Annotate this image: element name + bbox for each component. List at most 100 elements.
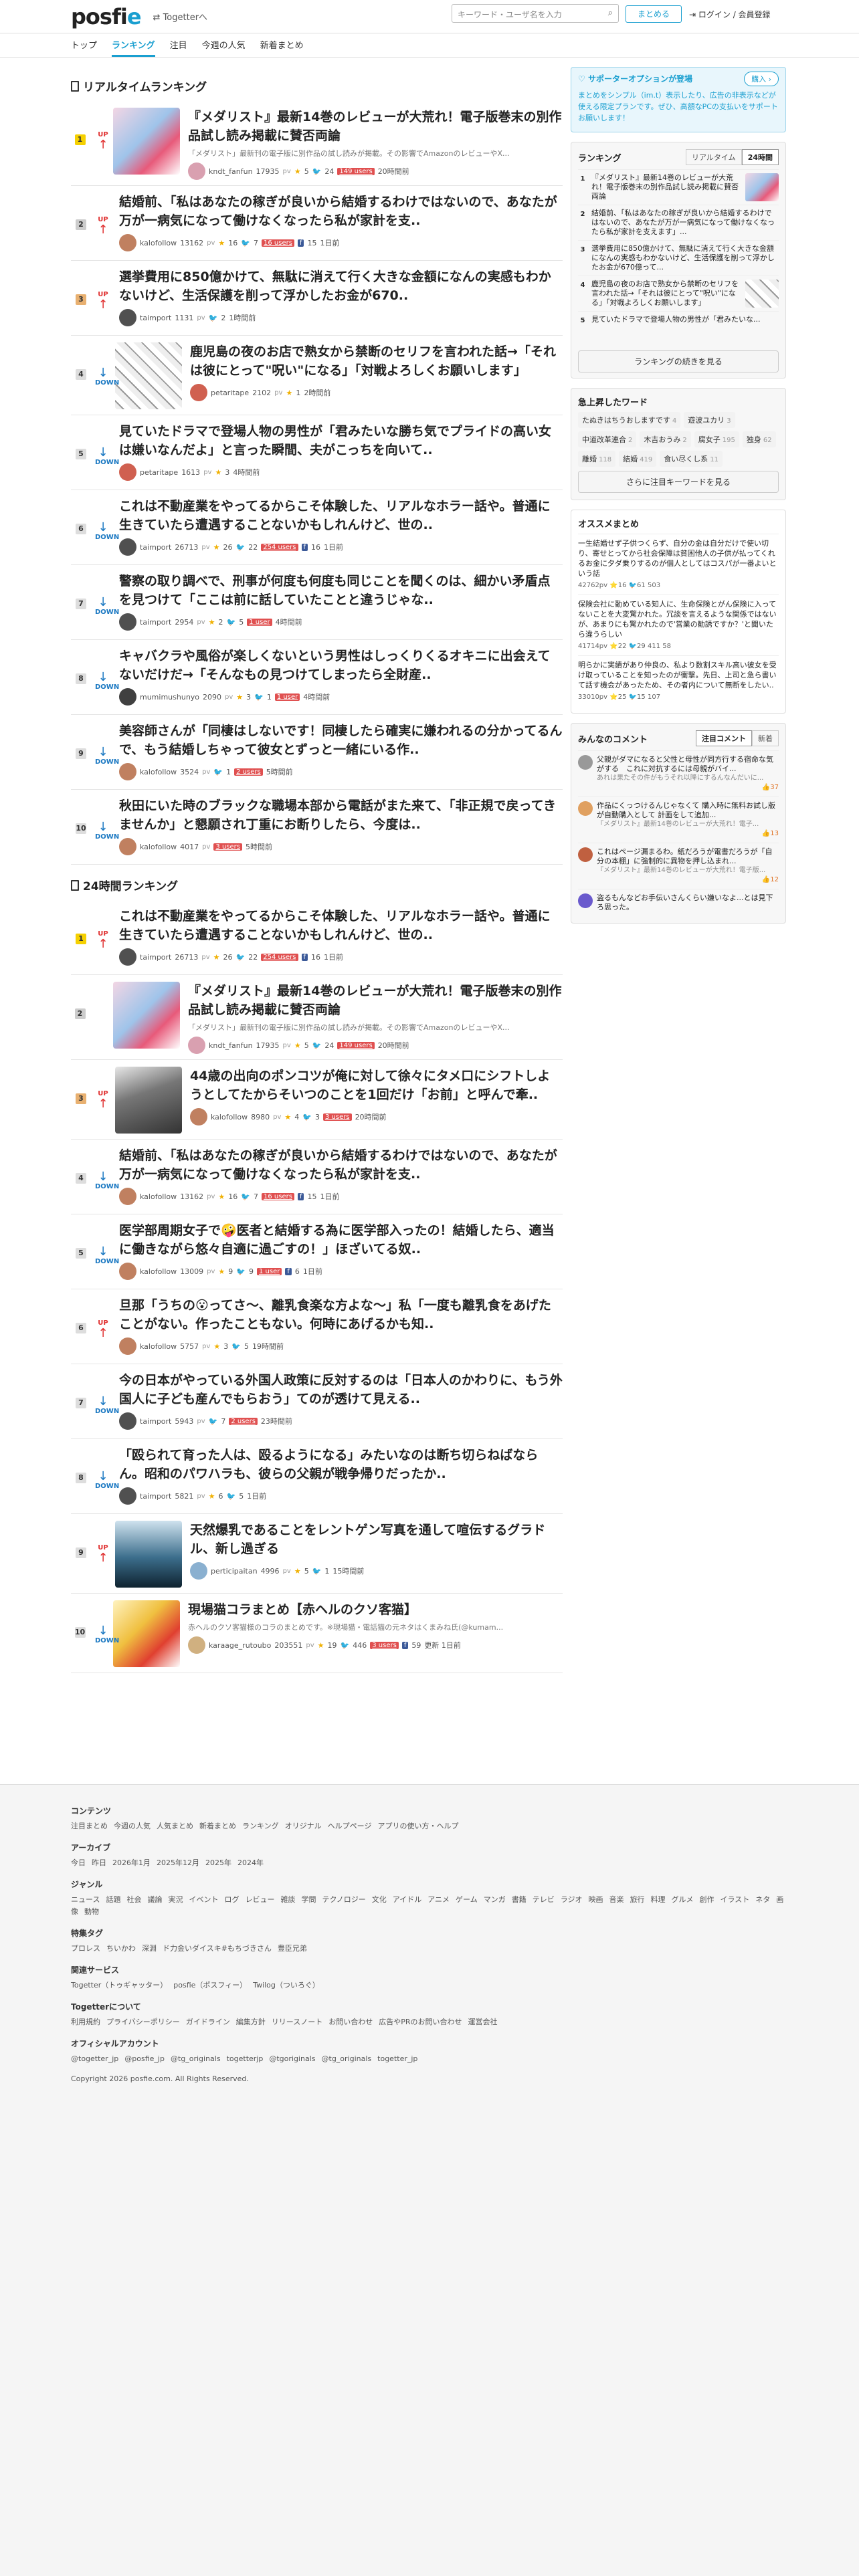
footer-link[interactable]: 豊臣兄弟	[278, 1944, 307, 1953]
footer-link[interactable]: アニメ	[427, 1895, 450, 1904]
ranking-item[interactable]: 8 ↓ DOWN キャバクラや風俗が楽しくないという男性はしっくりくるオキニに出会えて…	[71, 640, 563, 715]
ranking-item[interactable]: 9 UP ↑ 天然爆乳であることをレントゲン写真を通して喧伝するグラドル、新し過ぎる p…	[71, 1514, 563, 1594]
footer-link[interactable]: ガイドライン	[186, 2018, 230, 2026]
article-title[interactable]: キャバクラや風俗が楽しくないという男性はしっくりくるオキニに出会えてないだけだ→…	[119, 647, 563, 684]
avatar[interactable]	[119, 538, 136, 556]
article-title[interactable]: 結婚前、「私はあなたの稼ぎが良いから結婚するわけではないので、あなたが万が一病気…	[119, 193, 563, 230]
author-name[interactable]: mumimushunyo	[140, 693, 199, 702]
footer-link[interactable]: 注目まとめ	[71, 1822, 108, 1830]
author-name[interactable]: kalofollow	[140, 239, 177, 247]
ranking-item[interactable]: 4 ↓ DOWN 結婚前、「私はあなたの稼ぎが良いから結婚するわけではないので、あなた…	[71, 1140, 563, 1214]
avatar[interactable]	[188, 1636, 205, 1654]
avatar[interactable]	[119, 688, 136, 706]
footer-link[interactable]: 旅行	[630, 1895, 644, 1904]
avatar[interactable]	[119, 1337, 136, 1355]
footer-link[interactable]: ゲーム	[456, 1895, 478, 1904]
avatar[interactable]	[190, 1108, 207, 1125]
keyword-chip[interactable]: たぬきはちうおしますです 4	[578, 412, 681, 428]
footer-link[interactable]: 2025年	[205, 1858, 231, 1867]
footer-link[interactable]: @togetter_jp	[71, 2054, 118, 2063]
footer-link[interactable]: 映画	[588, 1895, 603, 1904]
footer-link[interactable]: 雑談	[280, 1895, 295, 1904]
avatar[interactable]	[190, 1562, 207, 1580]
keyword-chip[interactable]: 結婚 419	[619, 451, 657, 467]
sidebar-ranking-item[interactable]: 4 鹿児島の夜のお店で熟女から禁断のセリフを言われた話→「それは彼にとって"呪い"…	[578, 276, 779, 311]
keywords-more-button[interactable]: さらに注目キーワードを見る	[578, 471, 779, 493]
avatar[interactable]	[190, 384, 207, 401]
article-title[interactable]: 『メダリスト』最新14巻のレビューが大荒れ！電子版巻末の別作品試し読み掲載に賛否…	[188, 108, 563, 145]
footer-link[interactable]: 利用規約	[71, 2018, 100, 2026]
footer-link[interactable]: 広告やPRのお問い合わせ	[379, 2018, 462, 2026]
author-name[interactable]: kndt_fanfun	[209, 1041, 253, 1050]
posfie-logo[interactable]: posfie	[71, 4, 142, 29]
article-title[interactable]: 現場猫コラまとめ【赤ヘルのクソ客猫】	[188, 1600, 563, 1619]
article-thumbnail[interactable]	[115, 1521, 182, 1588]
ranking-item[interactable]: 6 UP ↑ 旦那「うちの😮ってさ〜、離乳食楽な方よな〜」私「一度も離乳食をあげたこと…	[71, 1289, 563, 1364]
footer-link[interactable]: アプリの使い方・ヘルプ	[377, 1822, 458, 1830]
hatena-bookmark-badge[interactable]: 16 users	[262, 1192, 294, 1200]
article-title[interactable]: 「殴られて育った人は、殴るようになる」みたいなのは断ち切らねばならん。昭和のパワ…	[119, 1446, 563, 1483]
footer-link[interactable]: togetterjp	[227, 2054, 264, 2063]
footer-link[interactable]: 料理	[650, 1895, 665, 1904]
purchase-button[interactable]: 購入 ›	[744, 72, 779, 86]
keyword-chip[interactable]: 離婚 118	[578, 451, 616, 467]
author-name[interactable]: kalofollow	[140, 843, 177, 851]
ranking-item[interactable]: 2 UP ↑ 結婚前、「私はあなたの稼ぎが良いから結婚するわけではないので、あなたが万…	[71, 186, 563, 261]
comment-source[interactable]: 『メダリスト』最新14巻のレビューが大荒れ！電子版...	[597, 866, 779, 875]
sidebar-ranking-item[interactable]: 1 『メダリスト』最新14巻のレビューが大荒れ！電子版巻末の別作品試し読み掲載に賛…	[578, 169, 779, 205]
recommended-item[interactable]: 明らかに実績があり仲良の、私より数割スキル高い彼女を受け取っていることを知ったの…	[578, 655, 779, 706]
footer-link[interactable]: @tgoriginals	[269, 2054, 315, 2063]
footer-link[interactable]: ヘルプページ	[328, 1822, 372, 1830]
hatena-bookmark-badge[interactable]: 16 users	[262, 239, 294, 247]
footer-link[interactable]: ネタ	[755, 1895, 770, 1904]
avatar[interactable]	[119, 463, 136, 481]
article-thumbnail[interactable]	[113, 108, 180, 175]
search-input[interactable]: キーワード・ユーザ名を入力 ⌕	[452, 4, 619, 23]
article-title[interactable]: 『メダリスト』最新14巻のレビューが大荒れ！電子版巻末の別作品試し読み掲載に賛否…	[188, 982, 563, 1019]
hatena-bookmark-badge[interactable]: 149 users	[337, 167, 375, 175]
ranking-item[interactable]: 1 UP ↑ 『メダリスト』最新14巻のレビューが大荒れ！電子版巻末の別作品試し読み掲…	[71, 101, 563, 186]
footer-link[interactable]: 音楽	[609, 1895, 624, 1904]
article-thumbnail[interactable]	[113, 1600, 180, 1667]
footer-link[interactable]: @tg_originals	[322, 2054, 372, 2063]
footer-link[interactable]: 学問	[301, 1895, 316, 1904]
tab-weekly[interactable]: 今週の人気	[202, 38, 246, 57]
footer-link[interactable]: ド力金いダイスキ#もちづきさん	[163, 1944, 272, 1953]
article-title[interactable]: 選挙費用に850億かけて、無駄に消えて行く大きな金額になんの実感もわかないけど、…	[119, 267, 563, 305]
footer-link[interactable]: 今日	[71, 1858, 86, 1867]
keyword-chip[interactable]: 中道改革連合 2	[578, 431, 637, 447]
article-thumbnail[interactable]	[113, 982, 180, 1049]
footer-link[interactable]: レビュー	[245, 1895, 274, 1904]
author-name[interactable]: kalofollow	[211, 1113, 248, 1121]
footer-link[interactable]: テクノロジー	[322, 1895, 365, 1904]
keyword-chip[interactable]: 食い尽くし系 11	[660, 451, 723, 467]
hatena-bookmark-badge[interactable]: 1 user	[257, 1267, 282, 1275]
article-title[interactable]: 医学部周期女子で🤪医者と結婚する為に医学部入ったの！結婚したら、適当に働きながら…	[119, 1221, 563, 1259]
hatena-bookmark-badge[interactable]: 149 users	[337, 1041, 375, 1049]
recommended-item[interactable]: 一生結婚せず子供つくらず、自分の金は自分だけで使い切り、寄せとってから社会保障は…	[578, 534, 779, 595]
footer-link[interactable]: 昨日	[92, 1858, 106, 1867]
article-thumbnail[interactable]	[115, 1067, 182, 1134]
login-link[interactable]: ⇥ ログイン / 会員登録	[689, 9, 771, 20]
search-icon[interactable]: ⌕	[608, 8, 613, 18]
avatar[interactable]	[119, 1263, 136, 1280]
footer-link[interactable]: posfie（ポスフィー）	[173, 1981, 247, 1990]
footer-link[interactable]: グルメ	[671, 1895, 693, 1904]
footer-link[interactable]: 人気まとめ	[157, 1822, 193, 1830]
footer-link[interactable]: リリースノート	[272, 2018, 322, 2026]
footer-link[interactable]: マンガ	[484, 1895, 506, 1904]
footer-link[interactable]: プロレス	[71, 1944, 100, 1953]
hatena-bookmark-badge[interactable]: 2 users	[229, 1417, 258, 1425]
hatena-bookmark-badge[interactable]: 254 users	[261, 543, 298, 551]
footer-link[interactable]: 新着まとめ	[199, 1822, 236, 1830]
ranking-item[interactable]: 3 UP ↑ 44歳の出向のポンコツが俺に対して徐々にタメ口にシフトしようとしてたから…	[71, 1060, 563, 1140]
sidebar-ranking-item[interactable]: 3 選挙費用に850億かけて、無駄に消えて行く大きな金額になんの実感もわかないけど…	[578, 240, 779, 276]
recommended-item[interactable]: 保険会社に勤めている知人に、生命保険とがん保険に入ってないことを大変驚かれた。冗…	[578, 595, 779, 655]
tab-top[interactable]: トップ	[71, 38, 97, 57]
ranking-item[interactable]: 7 ↓ DOWN 今の日本がやっている外国人政策に反対するのは「日本人のかわりに、もう…	[71, 1364, 563, 1439]
article-title[interactable]: 今の日本がやっている外国人政策に反対するのは「日本人のかわりに、もう外国人に子ど…	[119, 1371, 563, 1408]
hatena-bookmark-badge[interactable]: 254 users	[261, 953, 298, 961]
ranking-item[interactable]: 1 UP ↑ これは不動産業をやってるからこそ体験した、リアルなホラー話や。普通に生き…	[71, 900, 563, 975]
avatar[interactable]	[119, 1412, 136, 1430]
footer-link[interactable]: @posfie_jp	[124, 2054, 165, 2063]
